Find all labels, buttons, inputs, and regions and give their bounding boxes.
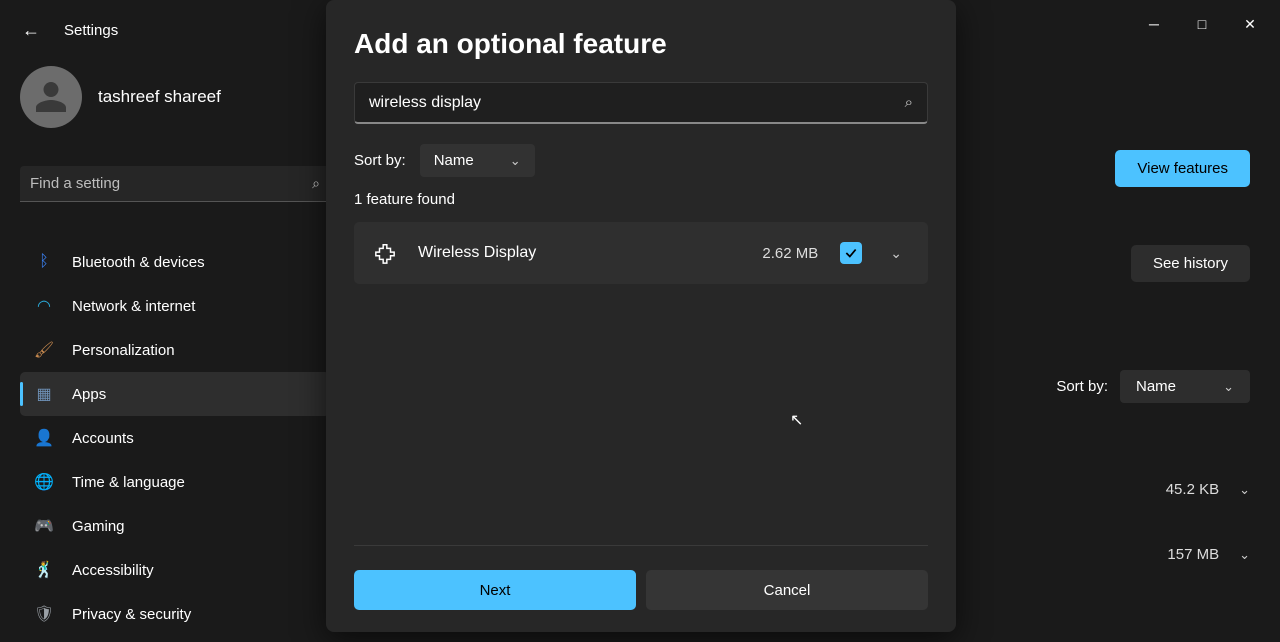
find-setting-input[interactable] [30,175,312,192]
sidebar-item-label: Personalization [72,342,175,359]
feature-size: 2.62 MB [762,245,818,262]
feature-search-input[interactable] [369,94,905,112]
sidebar-item-label: Accounts [72,430,134,447]
results-count-label: 1 feature found [354,191,928,208]
maximize-button[interactable]: □ [1190,12,1214,36]
feature-row-bg-1[interactable]: 45.2 KB ⌄ [1010,481,1250,498]
find-setting-container[interactable]: ⌕ [20,166,330,202]
sidebar-item-label: Privacy & security [72,606,191,623]
search-icon: ⌕ [312,175,320,192]
person-icon: 👤 [34,428,54,448]
feature-row-bg-2[interactable]: 157 MB ⌄ [1010,546,1250,563]
dialog-sort-group: Sort by: Name ⌄ [354,144,928,177]
sidebar-item-label: Time & language [72,474,185,491]
sidebar-item-bluetooth[interactable]: ᛒ Bluetooth & devices [20,240,330,284]
expand-feature-button[interactable]: ⌄ [884,245,908,262]
sidebar-item-privacy[interactable]: 🛡 Privacy & security [20,592,330,636]
accessibility-icon: 🕺 [34,560,54,580]
chevron-down-icon: ⌄ [1223,379,1234,395]
feature-size: 157 MB [1167,546,1219,563]
feature-checkbox[interactable] [840,242,862,264]
page-title: Settings [64,22,118,39]
sidebar-item-label: Accessibility [72,562,154,579]
sidebar-item-label: Apps [72,386,106,403]
apps-icon: ▦ [34,384,54,404]
next-button[interactable]: Next [354,570,636,610]
sort-value: Name [1136,378,1176,395]
minimize-button[interactable]: ─ [1142,12,1166,36]
sidebar-item-time-language[interactable]: 🌐 Time & language [20,460,330,504]
username: tashreef shareef [98,87,221,107]
back-button[interactable]: ← [22,20,40,41]
sidebar-item-accounts[interactable]: 👤 Accounts [20,416,330,460]
see-history-button[interactable]: See history [1131,245,1250,282]
sidebar-item-label: Network & internet [72,298,195,315]
feature-row-wireless-display[interactable]: Wireless Display 2.62 MB ⌄ [354,222,928,284]
sort-by-label: Sort by: [1056,378,1108,395]
shield-icon: 🛡 [34,604,54,624]
chevron-down-icon: ⌄ [510,153,521,169]
background-sort-select[interactable]: Name ⌄ [1120,370,1250,403]
chevron-down-icon: ⌄ [890,245,902,261]
globe-icon: 🌐 [34,472,54,492]
checkmark-icon [844,246,858,260]
sidebar-item-network[interactable]: ◠ Network & internet [20,284,330,328]
sidebar-nav: ᛒ Bluetooth & devices ◠ Network & intern… [20,240,330,636]
person-icon [33,79,69,115]
extension-icon [374,242,396,264]
avatar[interactable] [20,66,82,128]
dialog-title: Add an optional feature [354,28,928,60]
view-features-button[interactable]: View features [1115,150,1250,187]
sidebar-item-accessibility[interactable]: 🕺 Accessibility [20,548,330,592]
sidebar-item-gaming[interactable]: 🎮 Gaming [20,504,330,548]
wifi-icon: ◠ [34,296,54,316]
feature-size: 45.2 KB [1166,481,1219,498]
close-button[interactable]: ✕ [1238,12,1262,36]
sidebar-item-label: Gaming [72,518,125,535]
sort-by-label: Sort by: [354,152,406,169]
feature-name: Wireless Display [418,244,740,262]
bluetooth-icon: ᛒ [34,252,54,272]
search-icon: ⌕ [905,94,913,111]
sidebar-item-personalization[interactable]: 🖌 Personalization [20,328,330,372]
chevron-down-icon: ⌄ [1239,547,1250,563]
add-optional-feature-dialog: Add an optional feature ⌕ Sort by: Name … [326,0,956,632]
cancel-button[interactable]: Cancel [646,570,928,610]
dialog-sort-select[interactable]: Name ⌄ [420,144,535,177]
gamepad-icon: 🎮 [34,516,54,536]
sort-value: Name [434,152,474,169]
sidebar-item-apps[interactable]: ▦ Apps [20,372,330,416]
brush-icon: 🖌 [34,340,54,360]
chevron-down-icon: ⌄ [1239,482,1250,498]
background-sort-group: Sort by: Name ⌄ [1056,370,1250,403]
feature-search-container[interactable]: ⌕ [354,82,928,124]
sidebar-item-label: Bluetooth & devices [72,254,205,271]
